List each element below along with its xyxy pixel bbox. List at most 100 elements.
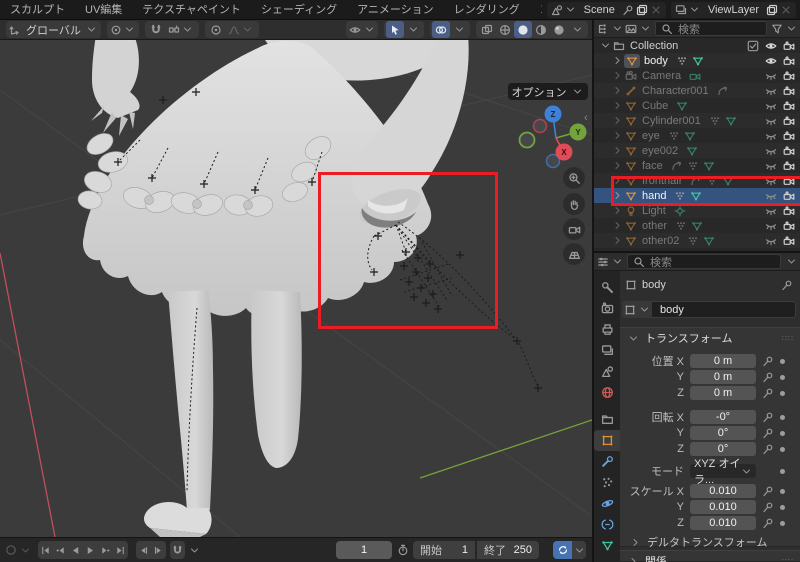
outliner-row-eye[interactable]: eye — [594, 128, 800, 143]
outliner-row-collection[interactable]: Collection — [594, 38, 800, 53]
object-name-field[interactable]: body — [652, 301, 796, 318]
expand-chevron[interactable] — [610, 234, 624, 248]
copy-icon[interactable] — [635, 3, 649, 17]
properties-tab-constraints[interactable] — [594, 514, 620, 535]
overlays-dropdown[interactable] — [450, 21, 468, 38]
step-back-button[interactable] — [136, 541, 151, 559]
workspace-tab-4[interactable]: シェーディング — [251, 0, 347, 20]
shading-wireframe-button[interactable] — [496, 21, 514, 38]
properties-tab-output[interactable] — [594, 319, 620, 340]
hide-viewport-toggle[interactable] — [764, 144, 778, 158]
play-button[interactable] — [83, 541, 98, 559]
disable-render-toggle[interactable] — [782, 129, 796, 143]
animate-dot[interactable] — [780, 447, 785, 452]
outliner-row-camera[interactable]: Camera — [594, 68, 800, 83]
play-reverse-button[interactable] — [68, 541, 83, 559]
viewport-3d[interactable]: オプション Z Y X ‹ — [0, 40, 592, 537]
expand-chevron[interactable] — [610, 69, 624, 83]
hide-viewport-toggle[interactable] — [764, 69, 778, 83]
transform-orientation-dropdown[interactable]: グローバル — [6, 21, 101, 38]
disable-render-toggle[interactable] — [782, 159, 796, 173]
workspace-tab-5[interactable]: アニメーション — [347, 0, 444, 20]
rotation-mode-dropdown[interactable]: XYZ オイラ... — [690, 464, 756, 478]
hide-viewport-toggle[interactable] — [764, 99, 778, 113]
properties-tab-world[interactable] — [594, 382, 620, 403]
falloff-dropdown[interactable] — [225, 21, 257, 38]
properties-tab-view-layer[interactable] — [594, 340, 620, 361]
properties-tab-physics[interactable] — [594, 493, 620, 514]
properties-tab-tool[interactable] — [594, 277, 620, 298]
lock-icon[interactable] — [761, 442, 775, 456]
outliner-row-character001[interactable]: Character001 — [594, 83, 800, 98]
sync-button[interactable] — [553, 541, 572, 559]
close-icon[interactable] — [649, 3, 663, 17]
expand-chevron[interactable] — [598, 39, 612, 53]
value-field[interactable]: 0.010 — [690, 516, 756, 530]
next-keyframe-button[interactable] — [98, 541, 113, 559]
properties-tab-object[interactable] — [594, 430, 620, 451]
relations-panel-header[interactable]: 関係 ∷∷ — [620, 551, 800, 562]
exclude-checkbox[interactable] — [746, 39, 760, 53]
lock-icon[interactable] — [761, 426, 775, 440]
animate-dot[interactable] — [780, 489, 785, 494]
object-type-visibility-dropdown[interactable] — [346, 21, 378, 38]
hide-viewport-toggle[interactable] — [764, 129, 778, 143]
timeline-snap-dropdown[interactable] — [187, 543, 201, 557]
hide-viewport-toggle[interactable] — [764, 234, 778, 248]
timeline-magnet-toggle[interactable] — [170, 541, 185, 559]
expand-chevron[interactable] — [610, 54, 624, 68]
hide-viewport-toggle[interactable] — [764, 219, 778, 233]
animate-dot[interactable] — [780, 359, 785, 364]
animate-dot[interactable] — [780, 469, 785, 474]
hide-viewport-toggle[interactable] — [764, 84, 778, 98]
perspective-toggle-button[interactable] — [563, 243, 585, 265]
view-layer-selector[interactable]: ViewLayer — [671, 2, 796, 18]
hide-viewport-toggle[interactable] — [764, 39, 778, 53]
expand-chevron[interactable] — [610, 84, 624, 98]
lock-icon[interactable] — [761, 370, 775, 384]
properties-search-input[interactable]: 検索 — [627, 254, 781, 269]
jump-end-button[interactable] — [113, 541, 128, 559]
object-id-dropdown[interactable] — [622, 301, 652, 318]
value-field[interactable]: 0° — [690, 442, 756, 456]
properties-tab-scene[interactable] — [594, 361, 620, 382]
xray-toggle[interactable] — [478, 21, 496, 38]
current-frame-field[interactable]: 1 — [336, 541, 392, 559]
snap-with-dropdown[interactable] — [165, 21, 197, 38]
value-field[interactable]: 0 m — [690, 386, 756, 400]
panel-collapse-arrow[interactable]: ‹ — [584, 112, 588, 124]
workspace-tab-3[interactable]: テクスチャペイント — [132, 0, 251, 20]
hide-viewport-toggle[interactable] — [764, 159, 778, 173]
animate-dot[interactable] — [780, 431, 785, 436]
outliner-row-other02[interactable]: other02 — [594, 233, 800, 248]
pin-id-button[interactable] — [780, 278, 794, 292]
properties-options-dropdown[interactable] — [784, 255, 798, 269]
filter-button[interactable] — [770, 22, 784, 36]
animate-dot[interactable] — [780, 415, 785, 420]
expand-chevron[interactable] — [610, 219, 624, 233]
animate-dot[interactable] — [780, 375, 785, 380]
disable-render-toggle[interactable] — [782, 234, 796, 248]
workspace-tab-6[interactable]: レンダリング — [444, 0, 530, 20]
display-mode-dropdown[interactable] — [624, 22, 638, 36]
lock-icon[interactable] — [761, 484, 775, 498]
gizmo-neg-x[interactable] — [534, 120, 547, 133]
properties-tab-render[interactable] — [594, 298, 620, 319]
shading-material-button[interactable] — [532, 21, 550, 38]
camera-view-button[interactable] — [563, 218, 585, 240]
zoom-button[interactable] — [563, 167, 585, 189]
value-field[interactable]: 0 m — [690, 354, 756, 368]
hide-viewport-toggle[interactable] — [764, 54, 778, 68]
value-field[interactable]: 0° — [690, 426, 756, 440]
lock-icon[interactable] — [761, 516, 775, 530]
disable-render-toggle[interactable] — [782, 54, 796, 68]
disable-render-toggle[interactable] — [782, 99, 796, 113]
expand-chevron[interactable] — [610, 114, 624, 128]
disable-render-toggle[interactable] — [782, 114, 796, 128]
expand-chevron[interactable] — [610, 129, 624, 143]
outliner-row-face[interactable]: face — [594, 158, 800, 173]
frame-end-field[interactable]: 終了 250 — [477, 541, 539, 559]
lock-icon[interactable] — [761, 500, 775, 514]
close-icon[interactable] — [779, 3, 793, 17]
properties-tab-object-data[interactable] — [594, 535, 620, 556]
